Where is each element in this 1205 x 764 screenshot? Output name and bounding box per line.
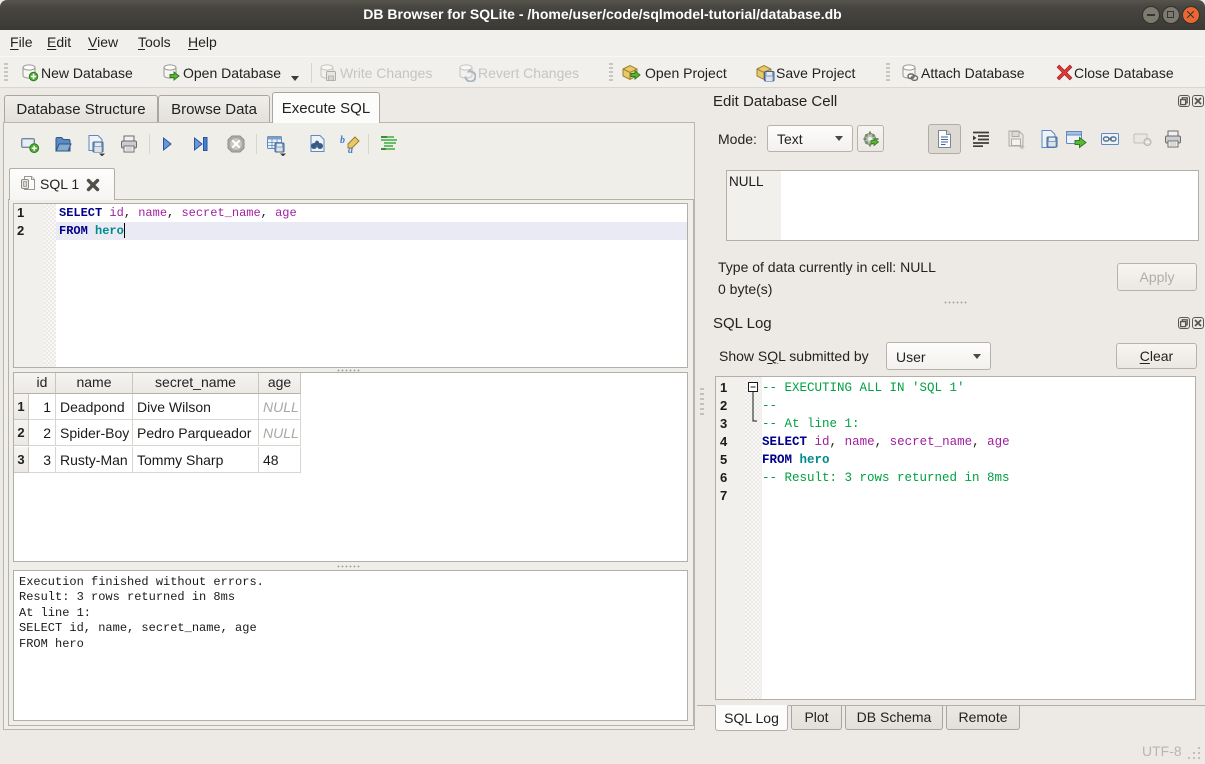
svg-text:b: b <box>340 135 345 146</box>
